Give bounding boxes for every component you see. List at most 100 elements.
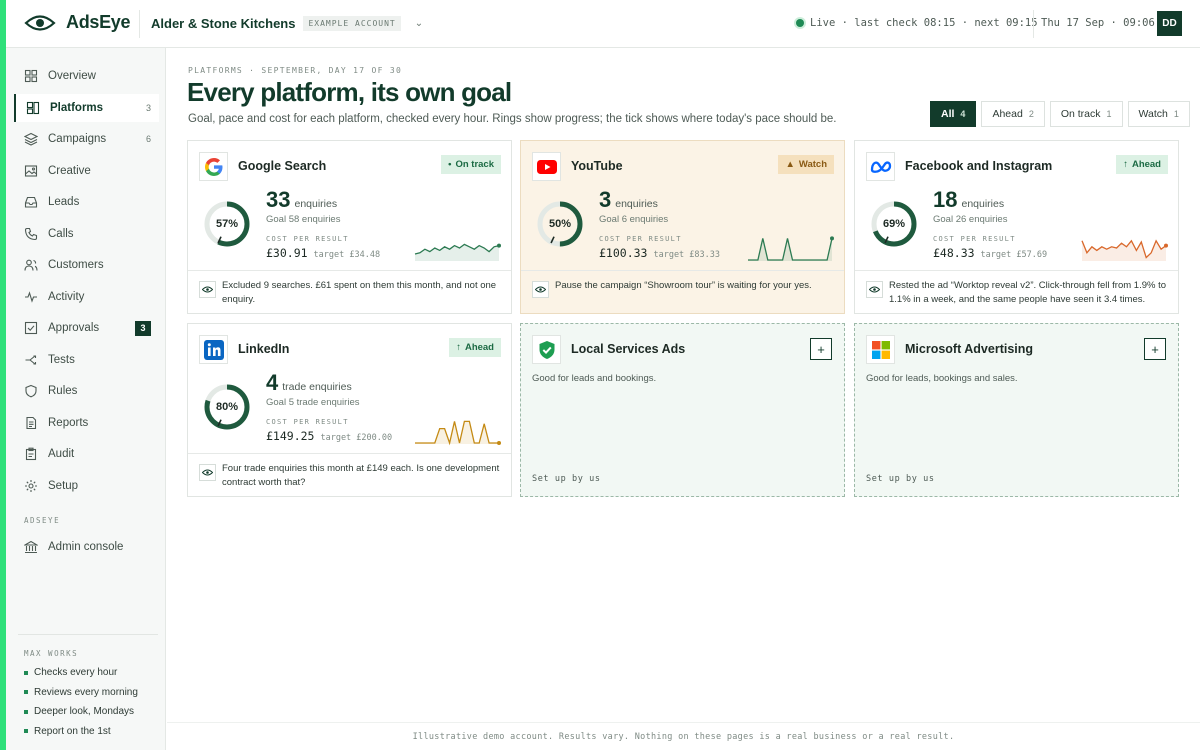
sidebar-item-activity[interactable]: Activity [14,283,159,311]
check-square-icon [24,321,38,335]
sidebar-item-leads[interactable]: Leads [14,188,159,216]
platform-card-linkedin[interactable]: LinkedIn ↑ Ahead 80% 4 trade enquiries Goa… [187,323,512,497]
sidebar-item-customers[interactable]: Customers [14,251,159,279]
sidebar: Overview Platforms 3 Campaigns 6 Creative Lead… [6,48,166,750]
phone-icon [24,227,38,240]
sidebar-item-admin-console[interactable]: Admin console [14,533,159,561]
sidebar-item-creative[interactable]: Creative [14,157,159,185]
approvals-badge: 3 [135,320,151,336]
platform-card-facebook-and-instagram[interactable]: Facebook and Instagram ↑ Ahead 69% 18 enqu… [854,140,1179,314]
status-label: On track [455,159,494,170]
result-unit: trade enquiries [282,381,352,393]
bank-icon [24,540,38,554]
filter-label: All [941,108,955,120]
sidebar-divider [18,634,158,635]
user-avatar[interactable]: DD [1157,11,1182,36]
sidebar-item-approvals[interactable]: Approvals 3 [14,314,159,342]
eye-logo-icon [24,14,56,31]
cost-target: target £83.33 [653,250,720,260]
live-dot-icon [796,19,804,27]
sidebar-item-label: Platforms [50,101,104,114]
account-switcher[interactable]: Alder & Stone Kitchens EXAMPLE ACCOUNT ⌄ [151,16,423,31]
sidebar-item-platforms[interactable]: Platforms 3 [14,93,159,122]
platform-name: YouTube [571,159,623,173]
max-works-text: Reviews every morning [34,686,138,698]
sidebar-item-campaigns[interactable]: Campaigns 6 [14,125,159,153]
result-count: 3 [599,187,612,212]
status-badge: ↑ Ahead [449,338,501,357]
chevron-down-icon: ⌄ [414,18,424,29]
clipboard-icon [25,447,37,461]
sidebar-item-label: Leads [48,196,80,208]
gear-icon [25,479,37,492]
live-status: Live · last check 08:15 · next 09:15 [796,17,1038,29]
top-header: AdsEye Alder & Stone Kitchens EXAMPLE AC… [6,0,1200,48]
sidebar-item-tests[interactable]: Tests [14,346,159,374]
max-works-item: Checks every hour [24,667,117,678]
progress-percent: 69% [882,218,906,230]
sidebar-item-audit[interactable]: Audit [14,440,159,468]
status-label: Watch [798,159,827,170]
google-logo-icon [199,152,228,181]
account-tag: EXAMPLE ACCOUNT [303,16,401,31]
account-name: Alder & Stone Kitchens [151,16,296,31]
platform-card-youtube[interactable]: YouTube ▲ Watch 50% 3 enquiries Goal 6 enq… [520,140,845,314]
trend-sparkline [415,420,501,446]
sidebar-item-calls[interactable]: Calls [14,220,159,248]
page-title: Every platform, its own goal [187,77,512,107]
brand-logo[interactable]: AdsEye [24,12,131,33]
filter-ahead[interactable]: Ahead 2 [981,101,1045,127]
platform-name: Local Services Ads [571,342,686,356]
platform-description: Good for leads and bookings. [532,373,657,384]
cost-per-result-label: COST PER RESULT [933,235,1016,243]
card-note: Rested the ad “Worktop reveal v2”. Click… [855,270,1178,305]
filter-label: Watch [1138,108,1168,120]
cost-per-result-label: COST PER RESULT [266,418,349,426]
brand-name: AdsEye [66,12,131,32]
local-services-shield-icon [532,335,561,364]
goal-text: Goal 26 enquiries [933,214,1008,225]
status-icon: ▲ [785,159,795,170]
header-divider [1033,10,1034,38]
cost-per-result-label: COST PER RESULT [599,235,682,243]
platform-card-microsoft-advertising[interactable]: Microsoft Advertising + Good for leads, … [854,323,1179,497]
status-label: Ahead [1131,159,1161,170]
setup-note: Set up by us [532,474,601,484]
platforms-icon [26,101,40,114]
platform-description: Good for leads, bookings and sales. [866,373,1018,384]
add-platform-button[interactable]: + [1144,338,1166,360]
microsoft-logo-icon [866,335,895,364]
sidebar-item-setup[interactable]: Setup [14,472,159,500]
eye-icon [199,281,216,298]
platform-name: Google Search [238,159,327,173]
sidebar-item-label: Admin console [48,541,124,553]
sidebar-section-label: ADSEYE [24,516,61,525]
header-divider [139,10,140,38]
status-icon: ↑ [1123,159,1128,170]
note-text: Rested the ad “Worktop reveal v2”. Click… [889,280,1167,305]
sidebar-item-rules[interactable]: Rules [14,377,159,405]
status-icon: ↑ [456,342,461,353]
sidebar-item-label: Activity [48,290,85,303]
platform-card-google-search[interactable]: Google Search • On track 57% 33 enquiries … [187,140,512,314]
goal-text: Goal 5 trade enquiries [266,397,360,408]
filter-count: 4 [960,109,966,119]
sidebar-item-label: Tests [48,353,75,366]
cost-target: target £34.48 [313,250,381,260]
trend-sparkline [1081,239,1168,261]
note-text: Four trade enquiries this month at £149 … [222,463,500,488]
cost-per-result: £149.25 [266,429,315,443]
sidebar-item-reports[interactable]: Reports [14,409,159,437]
platform-card-local-services-ads[interactable]: Local Services Ads + Good for leads and … [520,323,845,497]
progress-percent: 80% [215,401,239,413]
filter-on-track[interactable]: On track 1 [1049,101,1123,127]
filter-all[interactable]: All 4 [930,101,977,127]
sidebar-item-overview[interactable]: Overview [14,62,159,90]
add-platform-button[interactable]: + [810,338,832,360]
meta-logo-icon [866,152,895,181]
filter-watch[interactable]: Watch 1 [1127,101,1190,127]
status-badge: ↑ Ahead [1116,155,1168,174]
sidebar-item-label: Calls [48,227,74,240]
cost-target: target £57.69 [980,250,1048,260]
users-icon [24,259,38,271]
